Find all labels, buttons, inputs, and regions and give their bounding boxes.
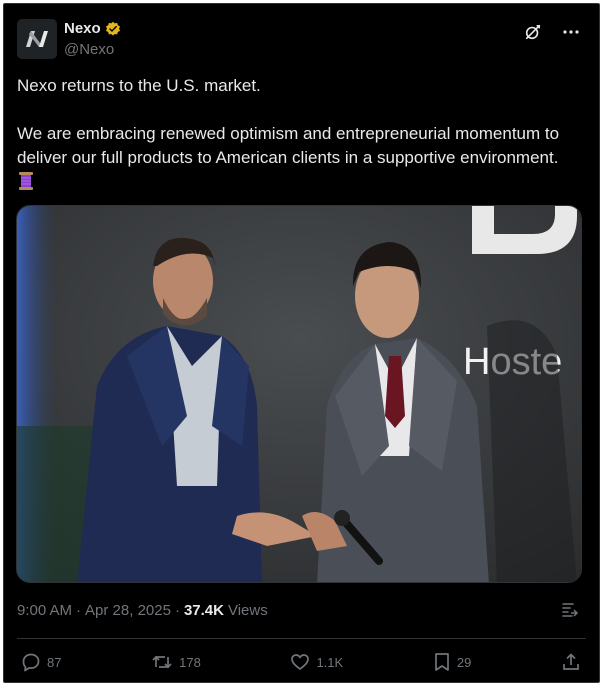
bookmark-icon [434, 653, 449, 671]
action-bar: 87 178 1.1K 29 [21, 652, 581, 672]
verified-badge-icon [105, 21, 121, 37]
post-metadata: 9:00 AM · Apr 28, 2025 · 37.4K Views [17, 602, 268, 619]
repost-count: 178 [179, 654, 201, 670]
post-date[interactable]: Apr 28, 2025 [85, 602, 171, 619]
like-icon [291, 654, 310, 670]
more-icon[interactable] [561, 22, 581, 42]
nexo-logo-icon [26, 31, 48, 47]
repost-icon [152, 655, 172, 669]
user-handle[interactable]: @Nexo [64, 41, 114, 58]
post-line-1: Nexo returns to the U.S. market. [17, 76, 261, 95]
divider [17, 638, 586, 639]
spool-of-thread-icon [17, 171, 35, 198]
reply-icon [22, 653, 40, 672]
views-label: Views [227, 602, 268, 619]
bookmark-button[interactable]: 29 [433, 652, 471, 672]
share-button[interactable] [561, 652, 581, 672]
reply-button[interactable]: 87 [21, 652, 61, 672]
reply-count: 87 [47, 654, 62, 670]
views-count: 37.4K [183, 602, 224, 619]
display-name-row: Nexo [64, 20, 121, 37]
share-icon [563, 653, 579, 670]
display-name[interactable]: Nexo [64, 20, 101, 37]
like-button[interactable]: 1.1K [290, 652, 343, 672]
post-line-2: We are embracing renewed optimism and en… [17, 124, 564, 167]
post-time[interactable]: 9:00 AM [17, 602, 72, 619]
tweet-card: Nexo @Nexo Nexo returns to the U.S. mark… [3, 3, 600, 683]
post-photo[interactable]: Hoste [16, 205, 582, 583]
like-count: 1.1K [316, 654, 344, 670]
meta-separator: · [76, 602, 82, 619]
repost-button[interactable]: 178 [151, 652, 201, 672]
bookmark-count: 29 [456, 654, 472, 670]
post-text: Nexo returns to the U.S. market. We are … [17, 74, 587, 198]
header-actions [523, 22, 581, 42]
analytics-icon[interactable] [560, 600, 580, 625]
meta-separator-2: · [174, 602, 180, 619]
photo-image: Hoste [17, 206, 581, 582]
avatar[interactable] [17, 19, 57, 59]
grok-icon[interactable] [523, 22, 543, 42]
